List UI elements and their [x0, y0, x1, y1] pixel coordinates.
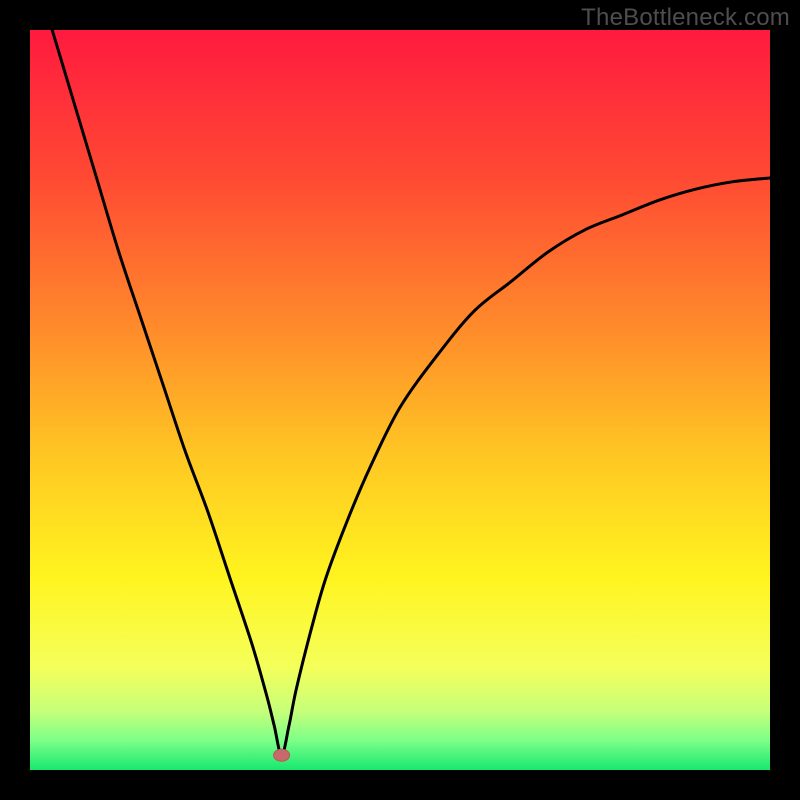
watermark-text: TheBottleneck.com [581, 4, 790, 32]
optimal-point-marker [274, 749, 290, 761]
chart-frame: TheBottleneck.com [0, 0, 800, 800]
gradient-background [30, 30, 770, 770]
bottleneck-chart [30, 30, 770, 770]
